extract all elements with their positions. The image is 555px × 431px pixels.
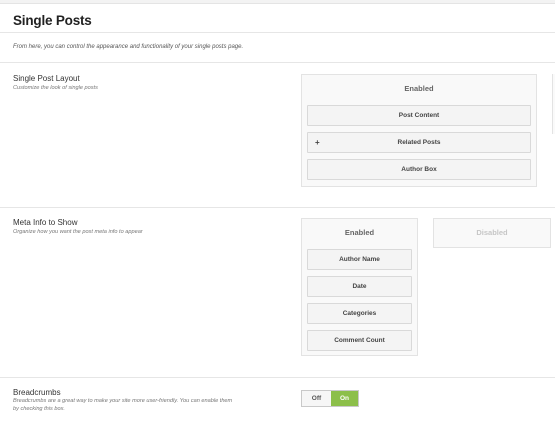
layout-item-label: Author Box — [401, 166, 437, 173]
page-title: Single Posts — [13, 13, 92, 28]
meta-disabled-list[interactable]: Disabled — [433, 218, 551, 248]
layout-item-post-content[interactable]: Post Content — [307, 105, 531, 126]
meta-item-label: Author Name — [339, 256, 380, 263]
toggle-on-option[interactable]: On — [331, 391, 358, 406]
section-title-layout: Single Post Layout — [13, 74, 80, 83]
title-divider — [0, 32, 555, 33]
meta-divider — [0, 377, 555, 378]
top-strip — [0, 0, 555, 4]
section-desc-breadcrumbs-1: Breadcrumbs are a great way to make your… — [13, 398, 233, 404]
section-title-breadcrumbs: Breadcrumbs — [13, 388, 61, 397]
layout-divider — [0, 207, 555, 208]
section-desc-meta: Organize how you want the post meta info… — [13, 229, 143, 235]
expand-plus-icon[interactable]: + — [315, 133, 320, 152]
section-title-meta: Meta Info to Show — [13, 218, 78, 227]
intro-divider — [0, 62, 555, 63]
meta-item-date[interactable]: Date — [307, 276, 412, 297]
layout-item-related-posts[interactable]: + Related Posts — [307, 132, 531, 153]
page-intro: From here, you can control the appearanc… — [13, 44, 244, 50]
layout-item-label: Related Posts — [397, 139, 441, 146]
breadcrumbs-toggle[interactable]: Off On — [301, 390, 359, 407]
section-desc-layout: Customize the look of single posts — [13, 85, 98, 91]
layout-item-label: Post Content — [398, 112, 440, 119]
section-desc-breadcrumbs-2: by checking this box. — [13, 406, 65, 412]
meta-disabled-heading: Disabled — [476, 228, 508, 237]
meta-item-label: Date — [352, 283, 367, 290]
layout-item-author-box[interactable]: Author Box — [307, 159, 531, 180]
meta-item-label: Categories — [342, 310, 377, 317]
meta-enabled-list: Enabled Author Name Date Categories Comm… — [301, 218, 418, 356]
meta-item-author-name[interactable]: Author Name — [307, 249, 412, 270]
meta-item-comment-count[interactable]: Comment Count — [307, 330, 412, 351]
meta-item-categories[interactable]: Categories — [307, 303, 412, 324]
layout-enabled-heading: Enabled — [404, 84, 434, 93]
toggle-off-option[interactable]: Off — [302, 391, 331, 406]
meta-item-label: Comment Count — [334, 337, 385, 344]
layout-enabled-list: Enabled Post Content + Related Posts Aut… — [301, 74, 537, 187]
meta-enabled-heading: Enabled — [344, 228, 375, 237]
